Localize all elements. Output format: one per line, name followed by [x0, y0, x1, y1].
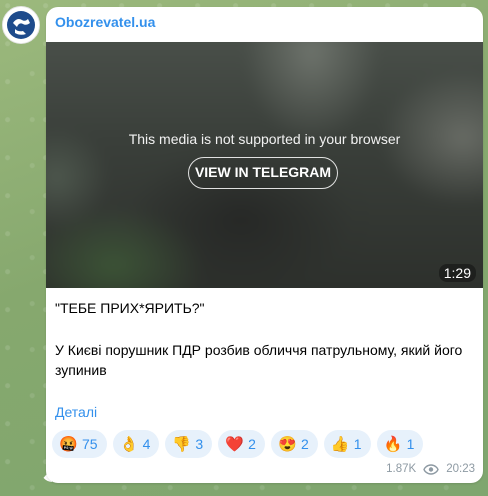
reaction-fire[interactable]: 🔥 1	[376, 430, 424, 458]
post-headline: "ТЕБЕ ПРИХ*ЯРИТЬ?"	[55, 300, 205, 316]
reaction-count: 75	[82, 436, 98, 452]
message-time: 20:23	[446, 463, 475, 475]
reaction-heart[interactable]: ❤️ 2	[218, 430, 265, 458]
message-meta: 1.87K 20:23	[386, 463, 475, 475]
channel-name[interactable]: Obozrevatel.ua	[55, 14, 155, 30]
reactions-bar: 🤬 75 👌 4 👎 3 ❤️ 2 😍 2 👍 1 🔥 1	[52, 430, 424, 458]
details-link[interactable]: Деталі	[55, 404, 97, 420]
reaction-count: 2	[248, 436, 256, 452]
reaction-count: 2	[300, 436, 309, 452]
enraged-face-icon: 🤬	[59, 436, 78, 453]
reaction-thumbs-up[interactable]: 👍 1	[323, 430, 371, 458]
reaction-count: 3	[195, 436, 204, 452]
reaction-enraged[interactable]: 🤬 75	[52, 430, 107, 458]
reaction-count: 1	[406, 436, 415, 452]
fire-icon: 🔥	[383, 436, 403, 453]
view-count: 1.87K	[386, 463, 417, 475]
reaction-count: 1	[353, 436, 362, 452]
reaction-ok-hand[interactable]: 👌 4	[112, 430, 160, 458]
reaction-thumbs-down[interactable]: 👎 3	[165, 430, 213, 458]
video-duration: 1:29	[438, 264, 476, 282]
thumbs-down-icon: 👎	[172, 436, 192, 453]
ok-hand-icon: 👌	[119, 436, 139, 453]
heart-icon: ❤️	[225, 436, 244, 453]
channel-avatar[interactable]	[2, 6, 40, 44]
unsupported-media-notice: This media is not supported in your brow…	[128, 131, 401, 147]
eye-icon	[423, 463, 439, 475]
view-in-telegram-button[interactable]: VIEW IN TELEGRAM	[188, 157, 338, 189]
message-bubble: Obozrevatel.ua This media is not support…	[46, 7, 483, 483]
video-preview[interactable]: This media is not supported in your brow…	[46, 42, 483, 288]
thumbs-up-icon: 👍	[330, 436, 350, 453]
reaction-count: 4	[142, 436, 151, 452]
channel-logo	[3, 7, 39, 43]
reaction-heart-eyes[interactable]: 😍 2	[270, 430, 318, 458]
post-body: У Києві порушник ПДР розбив обличчя патр…	[55, 342, 463, 378]
heart-eyes-icon: 😍	[277, 436, 297, 453]
